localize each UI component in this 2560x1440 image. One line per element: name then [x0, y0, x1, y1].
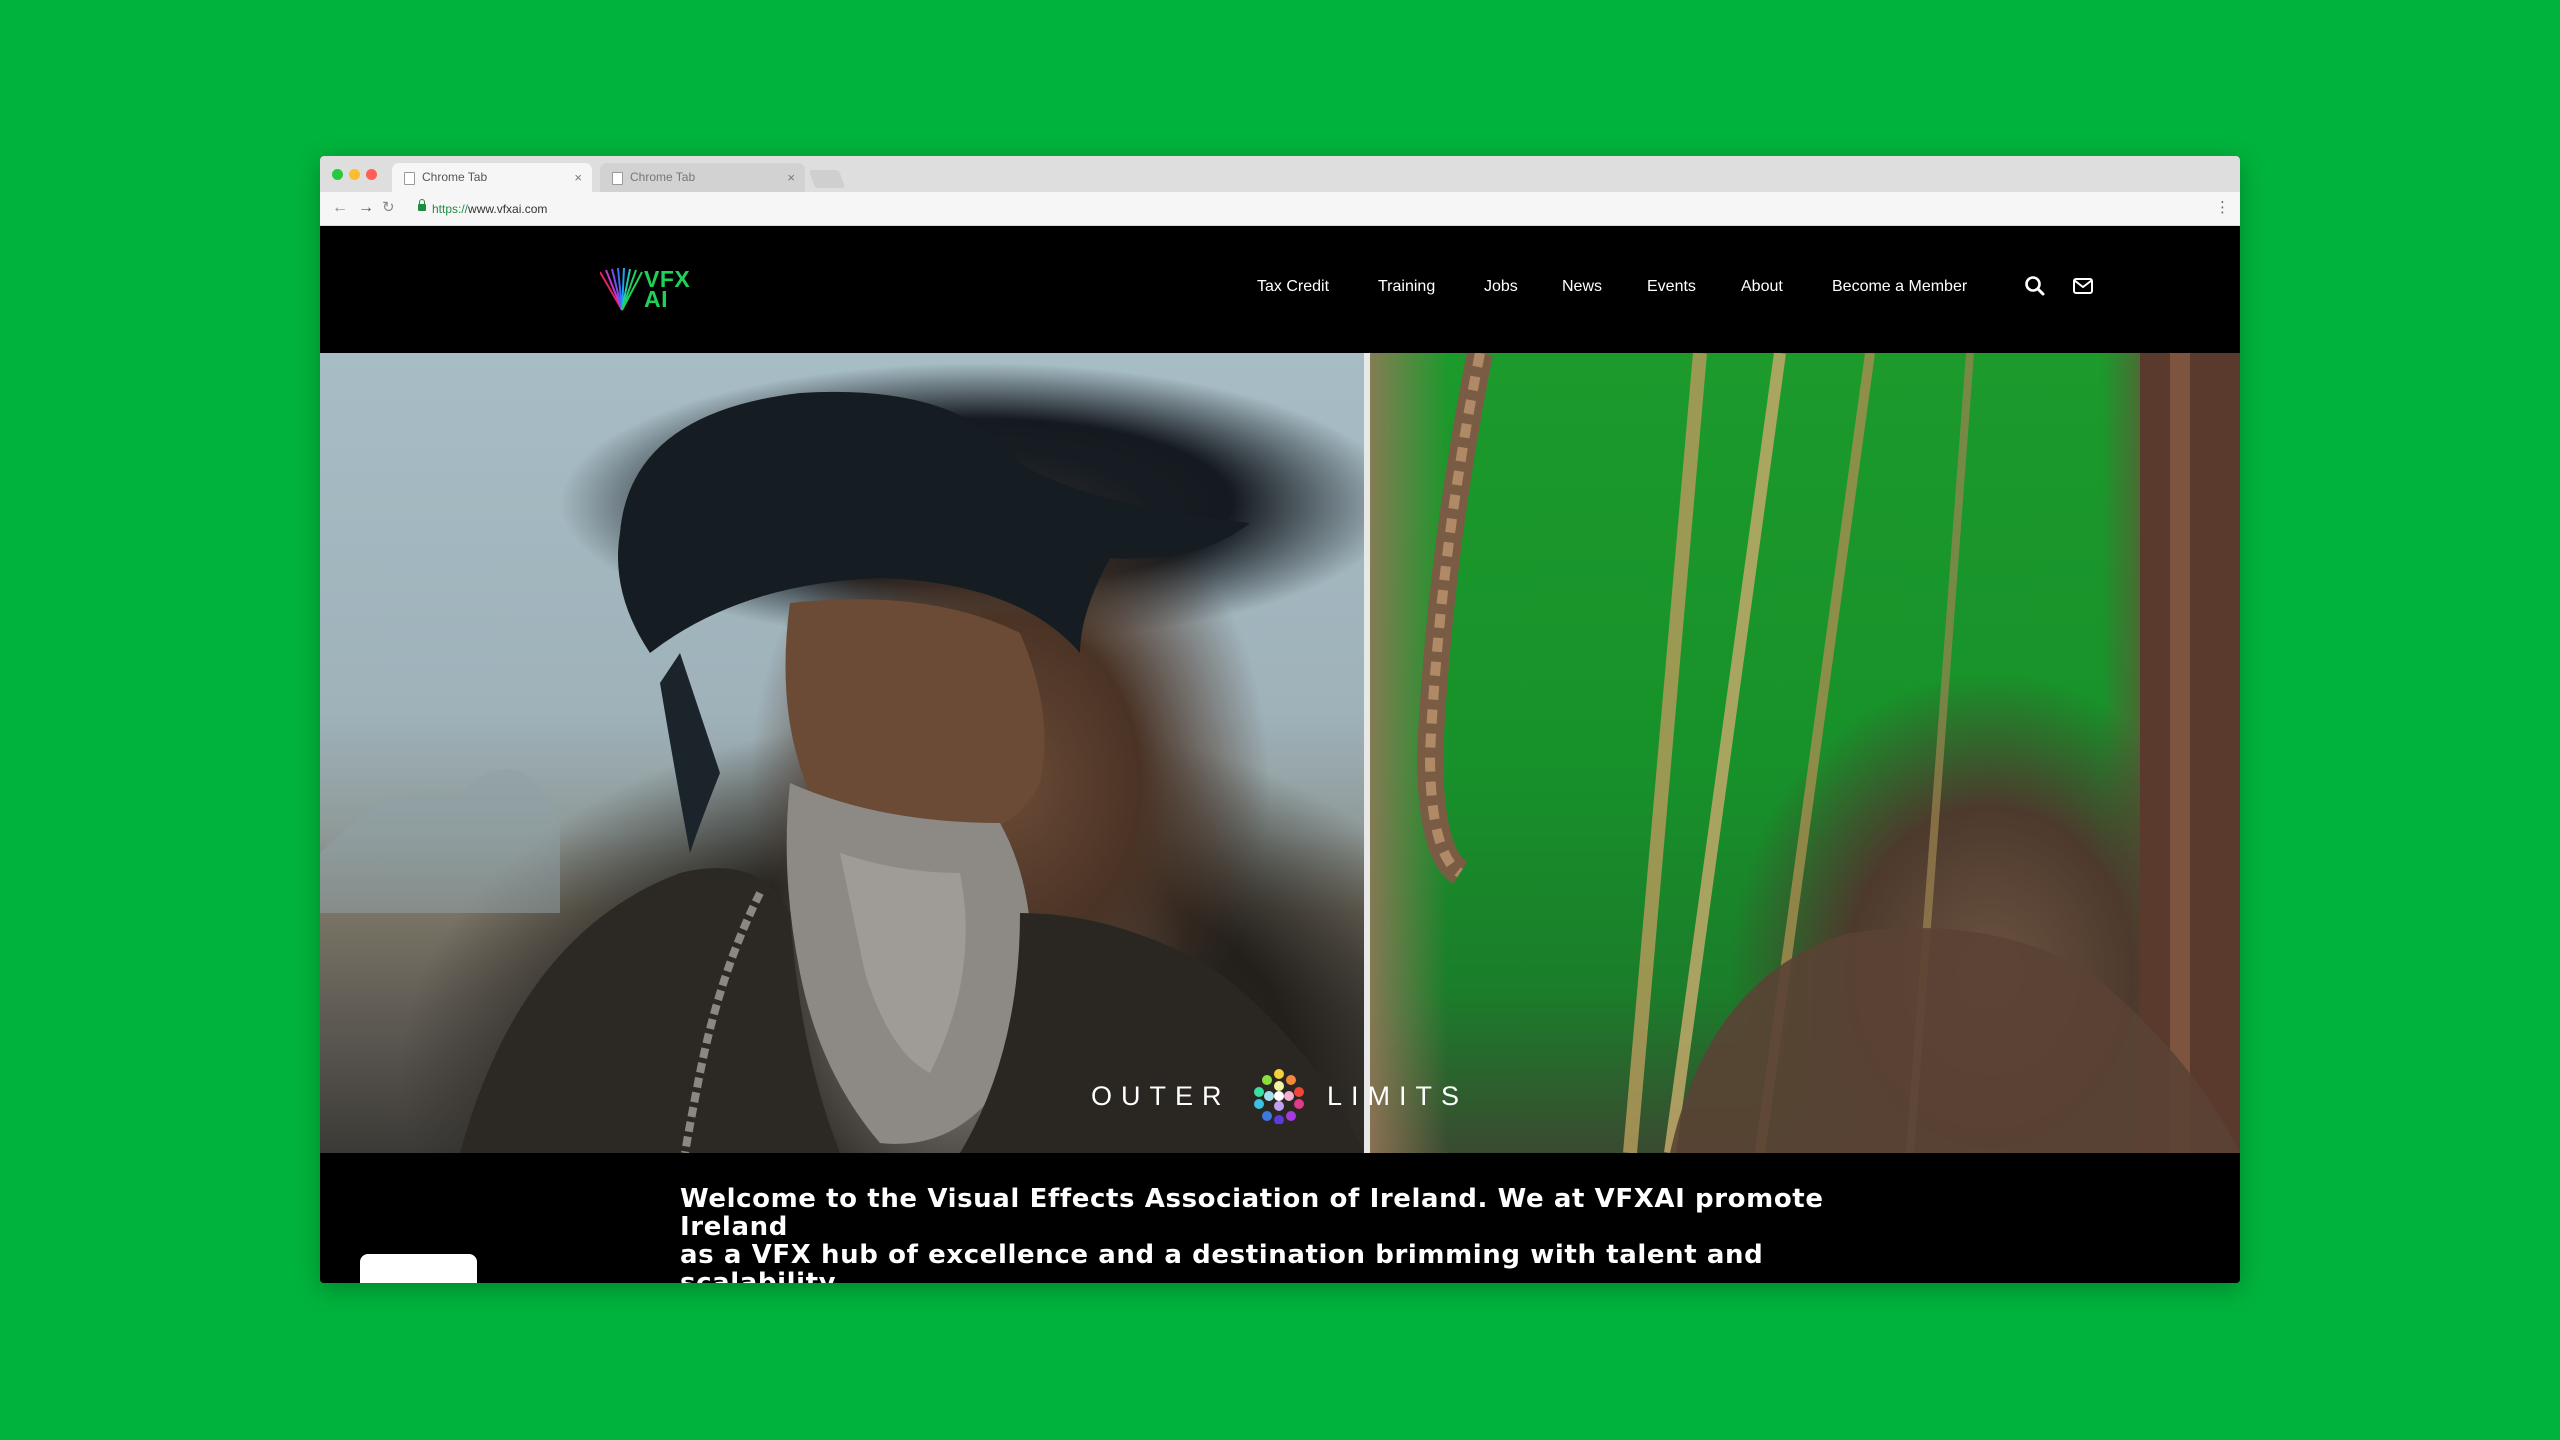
forward-arrow-icon[interactable]: → [358, 197, 374, 219]
caption-word-right: LIMITS [1327, 1081, 1469, 1111]
back-arrow-icon[interactable]: ← [332, 197, 348, 219]
close-window-button[interactable] [366, 169, 377, 180]
lock-icon [418, 199, 426, 211]
reload-icon[interactable]: ↻ [382, 197, 395, 219]
new-tab-button[interactable] [808, 170, 846, 188]
intro-line-2: as a VFX hub of excellence and a destina… [680, 1240, 1764, 1283]
address-bar[interactable]: https://www.vfxai.com [432, 200, 547, 218]
browser-window: Chrome Tab × Chrome Tab × ← → ↻ https://… [320, 156, 2240, 1283]
page-icon [404, 172, 415, 185]
hero-figure-shapes [320, 391, 1364, 1153]
browser-menu-icon[interactable]: ⋮ [2215, 198, 2230, 218]
hero-banner: OUTER LIMITS [320, 353, 2240, 1153]
browser-tab-inactive[interactable]: Chrome Tab × [600, 163, 805, 192]
nav-tax-credit[interactable]: Tax Credit [1257, 277, 1329, 297]
nav-events[interactable]: Events [1647, 277, 1696, 297]
nav-jobs[interactable]: Jobs [1484, 277, 1518, 297]
nav-about[interactable]: About [1741, 277, 1783, 297]
minimize-button[interactable] [349, 169, 360, 180]
browser-toolbar: ← → ↻ https://www.vfxai.com ⋮ [320, 192, 2240, 226]
hexagon-cluster-icon [1254, 1069, 1304, 1124]
nav-become-a-member[interactable]: Become a Member [1832, 277, 1967, 297]
tab-title: Chrome Tab [422, 170, 488, 184]
hero-image-greenscreen [1370, 353, 2240, 1153]
intro-line-1: Welcome to the Visual Effects Associatio… [680, 1184, 1824, 1242]
url-host: www.vfxai.com [468, 202, 548, 216]
tab-strip: Chrome Tab × Chrome Tab × [320, 156, 2240, 192]
logo-fan-icon [600, 267, 643, 311]
hero-image-final [320, 353, 1364, 1153]
chat-widget-tab[interactable] [360, 1254, 477, 1283]
intro-section: Welcome to the Visual Effects Associatio… [320, 1153, 2240, 1283]
logo-text-line2: AI [644, 286, 668, 312]
search-icon[interactable] [2022, 273, 2048, 299]
tab-title: Chrome Tab [630, 170, 696, 184]
maximize-button[interactable] [332, 169, 343, 180]
intro-paragraph: Welcome to the Visual Effects Associatio… [680, 1185, 1910, 1283]
mail-icon[interactable] [2070, 273, 2096, 299]
browser-tab-active[interactable]: Chrome Tab × [392, 163, 592, 192]
site-header: VFX AI Tax Credit Training Jobs News Eve… [320, 226, 2240, 353]
caption-word-left: OUTER [1091, 1081, 1231, 1111]
hero-greenscreen-shapes [1416, 353, 2240, 1153]
tab-close-icon[interactable]: × [574, 163, 582, 192]
outer-limits-logo: OUTER LIMITS [1091, 1068, 1491, 1124]
url-scheme: https:// [432, 202, 469, 216]
tab-close-icon[interactable]: × [787, 163, 795, 192]
nav-training[interactable]: Training [1378, 277, 1435, 297]
nav-news[interactable]: News [1562, 277, 1602, 297]
vfxai-logo[interactable]: VFX AI [600, 266, 710, 316]
page-icon [612, 172, 623, 185]
